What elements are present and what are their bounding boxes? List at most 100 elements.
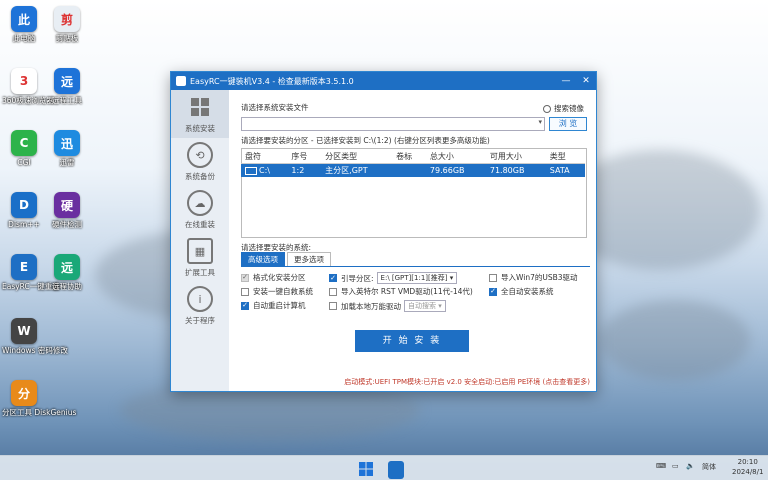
desktop-icon-label: 远程协助 xyxy=(52,282,82,291)
desktop-icons: 此此电脑剪剪贴板 3 360极速浏览器远远程工具 C CGI 迅迅雷 D Dism++ 硬硬件检… xyxy=(0,0,90,455)
column-header[interactable]: 分区类型 xyxy=(321,150,393,164)
desktop-icon[interactable]: 剪剪贴板 xyxy=(45,6,89,43)
desktop-icon-label: 剪贴板 xyxy=(55,34,79,43)
easyrc-window: EasyRC一键装机V3.4 - 检查最新版本3.5.1.0 — ✕ 系统安装 … xyxy=(170,71,597,392)
tab-more[interactable]: 更多选项 xyxy=(287,252,331,267)
clipboard-icon: 剪 xyxy=(54,6,80,32)
intel-rst-label: 导入英特尔 RST VMD驱动(11代-14代) xyxy=(341,287,473,296)
network-icon[interactable]: ▭ xyxy=(672,462,679,470)
easyrc-taskbar-icon[interactable] xyxy=(388,461,404,479)
windows-icon xyxy=(187,94,213,120)
window-title: EasyRC一键装机V3.4 - 检查最新版本3.5.1.0 xyxy=(190,76,354,86)
auto-install-option[interactable]: ✓ 全自动安装系统 xyxy=(489,286,554,297)
table-row[interactable]: C:\ 1:2 主分区,GPT 79.66GB 71.80GB SATA xyxy=(241,163,585,177)
easyrc-icon: E xyxy=(11,254,37,280)
sidebar-item-install[interactable]: 系统安装 xyxy=(171,90,229,138)
desktop-icon[interactable]: 迅迅雷 xyxy=(45,130,89,167)
universal-driver-option[interactable]: 加载本地万能驱动 自动搜索 ▾ xyxy=(329,300,446,312)
table-cell: C:\ xyxy=(241,163,288,177)
desktop-icon-label: 远程工具 xyxy=(52,96,82,105)
driver-mode-select[interactable]: 自动搜索 ▾ xyxy=(404,300,446,312)
close-button[interactable]: ✕ xyxy=(576,76,596,86)
boot-partition-option[interactable]: ✓ 引导分区: E:\ [GPT][1:1][推荐] ▾ xyxy=(329,272,458,284)
volume-icon[interactable]: 🔈 xyxy=(686,462,695,470)
desktop-icon[interactable]: 分分区工具 DiskGenius xyxy=(2,380,77,417)
column-header[interactable]: 卷标 xyxy=(392,150,426,164)
computer-icon: 此 xyxy=(11,6,37,32)
tab-advanced[interactable]: 高级选项 xyxy=(241,252,285,267)
browse-button[interactable]: 浏 览 xyxy=(549,117,587,131)
cloud-icon: ☁ xyxy=(187,190,213,216)
desktop-icon-label: 迅雷 xyxy=(59,158,75,167)
desktop-icon-label: 360极速浏览器 xyxy=(2,96,54,105)
intel-rst-option[interactable]: 导入英特尔 RST VMD驱动(11代-14代) xyxy=(329,286,473,297)
search-image-radio[interactable] xyxy=(543,104,551,113)
sidebar-item-backup[interactable]: ⟲ 系统备份 xyxy=(171,138,229,186)
sidebar-item-about[interactable]: i 关于程序 xyxy=(171,282,229,330)
table-cell: SATA xyxy=(545,163,585,177)
desktop-icon[interactable]: C CGI xyxy=(2,130,46,167)
sidebar-item-label: 关于程序 xyxy=(185,316,215,325)
drive-letter: C:\ xyxy=(259,166,270,175)
universal-driver-checkbox[interactable] xyxy=(329,302,337,310)
desktop-icon[interactable]: E EasyRC一键重装 xyxy=(2,254,60,291)
format-option[interactable]: ✓ 格式化安装分区 xyxy=(241,272,306,283)
partition-table[interactable]: 盘符 序号 分区类型 卷标 总大小 可用大小 类型 C:\ 1:2 主分区,GP… xyxy=(241,150,585,177)
input-language[interactable]: 简体 xyxy=(702,462,716,472)
desktop-icon-label: EasyRC一键重装 xyxy=(2,282,60,291)
intel-rst-checkbox[interactable] xyxy=(329,287,337,296)
table-cell: 71.80GB xyxy=(485,163,546,177)
column-header[interactable]: 类型 xyxy=(545,150,585,164)
one-key-option[interactable]: 安装一键自救系统 xyxy=(241,286,313,297)
desktop-icon[interactable]: 硬硬件检测 xyxy=(45,192,89,229)
start-install-button[interactable]: 开 始 安 装 xyxy=(355,330,469,352)
desktop-icon[interactable]: 远远程工具 xyxy=(45,68,89,105)
desktop-icon[interactable]: 此此电脑 xyxy=(2,6,46,43)
drive-icon xyxy=(245,166,257,175)
backup-icon: ⟲ xyxy=(187,142,213,168)
desktop-icon[interactable]: 远远程协助 xyxy=(45,254,89,291)
column-header[interactable]: 总大小 xyxy=(425,150,486,164)
search-image-label: 搜索镜像 xyxy=(554,104,584,113)
key-icon: W xyxy=(11,318,37,344)
usb3-label: 导入Win7的USB3驱动 xyxy=(501,273,578,282)
browser-icon: 3 xyxy=(11,68,37,94)
sidebar-item-online[interactable]: ☁ 在线重装 xyxy=(171,186,229,234)
boot-partition-select[interactable]: E:\ [GPT][1:1][推荐] ▾ xyxy=(376,272,458,284)
thunder-icon: 迅 xyxy=(54,130,80,156)
diskgenius-icon: 分 xyxy=(11,380,37,406)
table-cell: 1:2 xyxy=(287,163,322,177)
format-checkbox[interactable]: ✓ xyxy=(241,273,249,282)
table-header-row: 盘符 序号 分区类型 卷标 总大小 可用大小 类型 xyxy=(241,150,585,164)
reboot-checkbox[interactable]: ✓ xyxy=(241,301,249,310)
desktop-icon-label: 分区工具 DiskGenius xyxy=(2,408,77,417)
reboot-option[interactable]: ✓ 自动重启计算机 xyxy=(241,300,306,311)
boot-partition-checkbox[interactable]: ✓ xyxy=(329,274,337,282)
usb3-checkbox[interactable] xyxy=(489,273,497,282)
title-bar[interactable]: EasyRC一键装机V3.4 - 检查最新版本3.5.1.0 — ✕ xyxy=(171,72,596,90)
desktop-icon[interactable]: D Dism++ xyxy=(2,192,46,229)
file-path-input[interactable]: ▾ xyxy=(241,117,545,131)
desktop-icon-label: 硬件检测 xyxy=(52,220,82,229)
dism-icon: D xyxy=(11,192,37,218)
keyboard-icon[interactable]: ⌨ xyxy=(656,462,666,470)
column-header[interactable]: 序号 xyxy=(287,150,322,164)
sidebar-item-tools[interactable]: ▦ 扩展工具 xyxy=(171,234,229,282)
auto-install-checkbox[interactable]: ✓ xyxy=(489,287,497,296)
desktop-icon[interactable]: W Windows 密码修改 xyxy=(2,318,68,355)
clock[interactable]: 20:10 2024/8/1 xyxy=(732,457,763,477)
table-cell xyxy=(392,163,426,177)
search-image-option[interactable]: 搜索镜像 xyxy=(543,103,584,114)
info-icon: i xyxy=(187,286,213,312)
chevron-down-icon: ▾ xyxy=(438,302,442,310)
column-header[interactable]: 可用大小 xyxy=(485,150,546,164)
minimize-button[interactable]: — xyxy=(556,76,576,86)
table-cell: 79.66GB xyxy=(425,163,486,177)
status-bar[interactable]: 启动模式:UEFI TPM模块:已开启 v2.0 安全启动:已启用 PE环境 (… xyxy=(344,377,590,387)
desktop-icon[interactable]: 3 360极速浏览器 xyxy=(2,68,54,105)
one-key-checkbox[interactable] xyxy=(241,287,249,296)
usb3-option[interactable]: 导入Win7的USB3驱动 xyxy=(489,272,578,283)
column-header[interactable]: 盘符 xyxy=(241,150,288,164)
start-menu-icon[interactable] xyxy=(358,461,374,477)
chevron-down-icon: ▾ xyxy=(449,274,454,282)
